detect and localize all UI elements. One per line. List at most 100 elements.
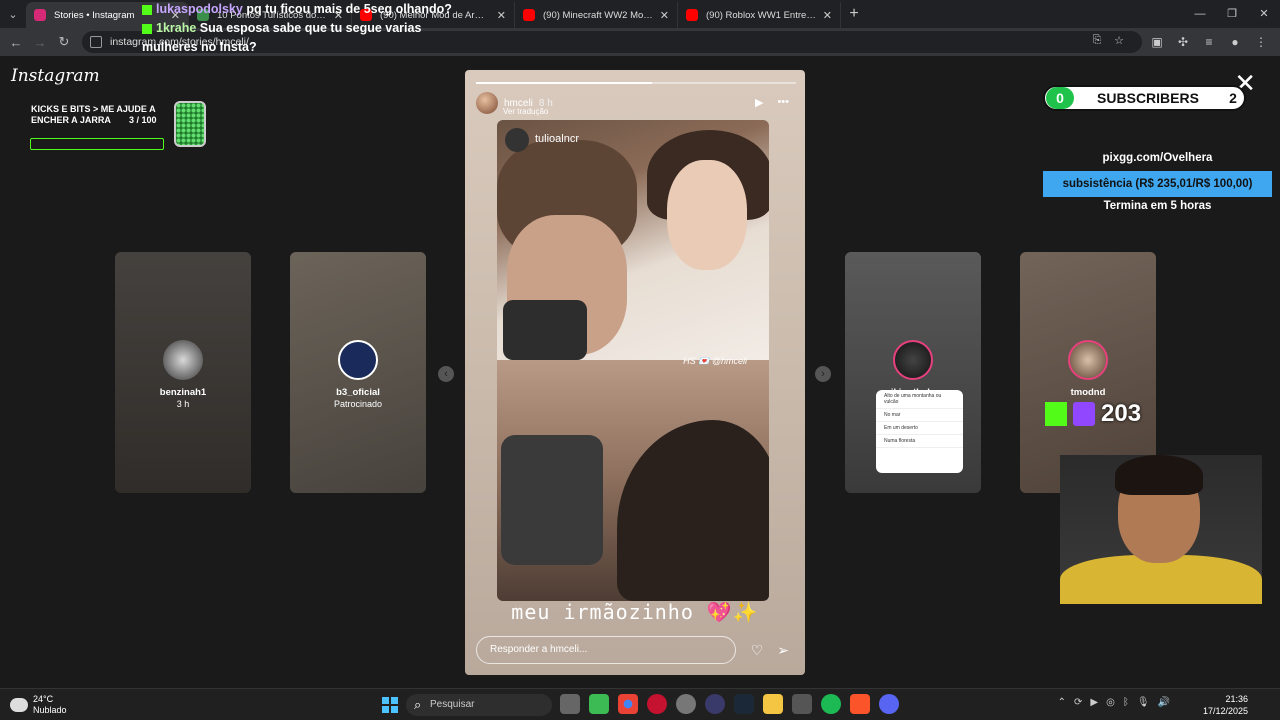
media-player-icon[interactable] bbox=[589, 694, 609, 714]
tray-chevron-icon[interactable]: ⌃ bbox=[1058, 697, 1066, 708]
reply-input[interactable]: Responder a hmceli... bbox=[476, 636, 736, 664]
window-close-icon[interactable]: ✕ bbox=[1248, 0, 1280, 28]
media-control-icon[interactable]: ≡ bbox=[1196, 35, 1222, 49]
reload-icon[interactable]: ↻ bbox=[52, 34, 76, 50]
instagram-favicon-icon bbox=[34, 9, 46, 21]
restore-icon[interactable]: ❐ bbox=[1216, 0, 1248, 28]
previous-story-arrow-icon[interactable]: ‹ bbox=[438, 366, 454, 382]
mic-icon[interactable]: 🎙 bbox=[1137, 697, 1150, 708]
viewer-count: 203 bbox=[1045, 400, 1141, 428]
kick-logo-icon bbox=[1045, 402, 1067, 426]
story-progress-fill bbox=[476, 82, 652, 84]
taskbar-search[interactable]: Pesquisar bbox=[406, 694, 552, 716]
app-icon[interactable] bbox=[792, 694, 812, 714]
tab-minecraft-ww2[interactable]: (90) Minecraft WW2 Mod Block ✕ bbox=[515, 2, 678, 28]
taskbar-apps bbox=[560, 694, 899, 714]
new-tab-button[interactable]: + bbox=[841, 5, 867, 23]
subs-left-count: 0 bbox=[1046, 87, 1074, 109]
instagram-logo[interactable]: Instagram bbox=[11, 66, 100, 86]
chrome-icon[interactable] bbox=[618, 694, 638, 714]
window-controls: — ❐ ✕ bbox=[1184, 0, 1280, 28]
sticker-tag: HS 💌 @hmceli bbox=[683, 356, 747, 366]
extensions-puzzle-icon[interactable]: ✣ bbox=[1170, 35, 1196, 49]
side-story-benzinah1[interactable]: benzinah1 3 h bbox=[115, 252, 251, 493]
taskbar-clock[interactable]: 21:36 17/12/2025 bbox=[1203, 693, 1248, 717]
more-options-icon[interactable]: ••• bbox=[777, 96, 789, 109]
element bbox=[382, 706, 389, 713]
jar-icon bbox=[174, 101, 206, 147]
extension-icon[interactable]: ▣ bbox=[1144, 35, 1170, 49]
avatar bbox=[1068, 340, 1108, 380]
story-progress-bar bbox=[476, 82, 796, 84]
phone-image bbox=[501, 435, 603, 565]
chat-message: lukaspodolsky pq tu ficou mais de 5seg o… bbox=[142, 0, 452, 19]
wifi-icon[interactable]: ◎ bbox=[1106, 697, 1115, 708]
bluetooth-icon[interactable]: ᛒ bbox=[1123, 697, 1129, 708]
mention-tag[interactable]: tulioalncr bbox=[535, 133, 579, 145]
weather-widget[interactable]: 24°C Nublado bbox=[10, 694, 67, 716]
reply-actions: ♡ ➢ bbox=[751, 642, 789, 659]
bookmark-star-icon[interactable]: ☆ bbox=[1108, 34, 1130, 47]
brave-icon[interactable] bbox=[850, 694, 870, 714]
site-info-icon[interactable] bbox=[90, 36, 102, 48]
kick-badge-icon bbox=[142, 23, 152, 34]
opera-icon[interactable] bbox=[647, 694, 667, 714]
omnibox-actions: ⎘ ☆ bbox=[1086, 34, 1130, 47]
story-username: tmodnd bbox=[1070, 387, 1106, 398]
avatar bbox=[893, 340, 933, 380]
story-username: benzinah1 bbox=[159, 387, 207, 398]
file-explorer-icon[interactable] bbox=[763, 694, 783, 714]
forward-arrow-icon[interactable]: → bbox=[28, 35, 52, 50]
chat-username: lukaspodolsky bbox=[156, 2, 243, 16]
discord-icon[interactable] bbox=[879, 694, 899, 714]
github-desktop-icon[interactable] bbox=[676, 694, 696, 714]
spotify-icon[interactable] bbox=[821, 694, 841, 714]
chat-username: 1krahe bbox=[156, 21, 197, 35]
viewer-count-number: 203 bbox=[1101, 400, 1142, 427]
active-story[interactable]: hmceli 8 h Ver tradução ▶ ••• tulioalncr… bbox=[465, 70, 805, 675]
side-story-b3-oficial[interactable]: b3_oficial Patrocinado bbox=[290, 252, 426, 493]
story-photo: tulioalncr HS 💌 @hmceli bbox=[497, 120, 769, 601]
tab-close-icon[interactable]: ✕ bbox=[497, 9, 506, 22]
photo-bottom-half bbox=[497, 360, 769, 601]
tab-label: (90) Minecraft WW2 Mod Block bbox=[543, 9, 654, 21]
like-heart-icon[interactable]: ♡ bbox=[751, 642, 764, 659]
steam-icon[interactable] bbox=[734, 694, 754, 714]
b3-logo-avatar bbox=[338, 340, 378, 380]
task-view-icon[interactable] bbox=[560, 694, 580, 714]
back-arrow-icon[interactable]: ← bbox=[4, 35, 28, 50]
next-story-arrow-icon[interactable]: › bbox=[815, 366, 831, 382]
translate-link[interactable]: Ver tradução bbox=[503, 107, 548, 116]
avatar bbox=[163, 340, 203, 380]
weather-temp: 24°C bbox=[33, 694, 54, 704]
profile-avatar-icon[interactable]: ● bbox=[1222, 35, 1248, 49]
story-author-avatar[interactable] bbox=[476, 92, 498, 114]
windows-start-icon[interactable] bbox=[382, 697, 398, 713]
tab-roblox-ww1[interactable]: (90) Roblox WW1 Entrenched ( ✕ bbox=[678, 2, 841, 28]
play-icon[interactable]: ▶ bbox=[755, 96, 763, 109]
poll-option: Em um deserto bbox=[876, 422, 963, 435]
toolbar-right: ▣ ✣ ≡ ● ⋮ bbox=[1144, 28, 1274, 56]
tab-close-icon[interactable]: ✕ bbox=[660, 9, 669, 22]
system-tray: ⌃ ⟳ ▶ ◎ ᛒ 🎙 🔊 bbox=[1058, 697, 1170, 708]
poll-option: No mar bbox=[876, 409, 963, 422]
photo-top-half bbox=[497, 120, 769, 360]
element bbox=[391, 706, 398, 713]
sync-icon[interactable]: ⟳ bbox=[1074, 697, 1082, 708]
donation-goal-bar: subsistência (R$ 235,01/R$ 100,00) bbox=[1043, 171, 1272, 197]
youtube-favicon-icon bbox=[523, 9, 535, 21]
volume-icon[interactable]: 🔊 bbox=[1158, 697, 1170, 708]
install-app-icon[interactable]: ⎘ bbox=[1086, 34, 1108, 47]
mention-avatar bbox=[505, 128, 529, 152]
kicks-goal-count: 3 / 100 bbox=[129, 115, 157, 125]
play-tray-icon[interactable]: ▶ bbox=[1090, 697, 1098, 708]
tab-search-icon[interactable]: ⌄ bbox=[0, 0, 26, 28]
arrow-app-icon[interactable] bbox=[705, 694, 725, 714]
story-sponsored: Patrocinado bbox=[333, 399, 383, 409]
share-send-icon[interactable]: ➢ bbox=[777, 642, 789, 659]
tab-close-icon[interactable]: ✕ bbox=[823, 9, 832, 22]
browser-menu-icon[interactable]: ⋮ bbox=[1248, 35, 1274, 49]
minimize-icon[interactable]: — bbox=[1184, 0, 1216, 28]
element bbox=[382, 697, 389, 704]
clock-date: 17/12/2025 bbox=[1202, 706, 1248, 716]
